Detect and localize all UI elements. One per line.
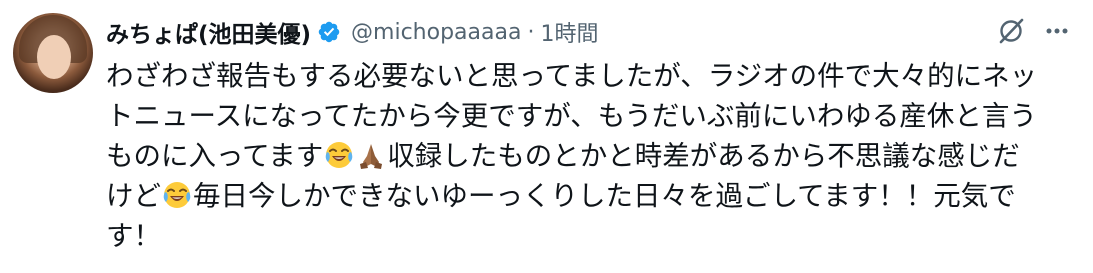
verified-badge-icon[interactable] [317, 20, 341, 44]
folded-hands-icon [356, 140, 386, 170]
tweet-text-line-2: トニュースになってたから今更ですが、もうだいぶ前にいわゆる産休と言う [106, 100, 1037, 132]
more-options-icon [1043, 17, 1071, 49]
display-name[interactable]: みちょぱ(池田美優) [106, 15, 311, 49]
tweet-text-line-3: ものに入ってます 収録したものとかと時差があるから不思議な感じだ [106, 136, 1076, 176]
face-with-tears-of-joy-icon [324, 140, 354, 170]
timestamp[interactable]: 1時間 [540, 16, 598, 48]
tweet-text-segment: けど [106, 180, 161, 212]
tweet-text-segment: 収録したものとかと時差があるから不思議な感じだ [387, 140, 1020, 172]
tweet[interactable]: みちょぱ(池田美優) @michopaaaaa · 1時間 わざわざ報告もする必… [0, 0, 1093, 273]
tweet-text-line-4: けど 毎日今しかできないゆーっくりした日々を過ごしてます！！元気で [106, 176, 1076, 216]
tweet-text-segment: ものに入ってます [106, 140, 324, 172]
tweet-header: みちょぱ(池田美優) @michopaaaaa · 1時間 [106, 14, 598, 50]
more-options-button[interactable] [1040, 16, 1074, 50]
avatar-face [37, 35, 71, 79]
tweet-text-line-5: す！ [106, 220, 161, 252]
tweet-text-segment: 毎日今しかできないゆーっくりした日々を過ごしてます！！元気で [193, 180, 1016, 212]
grok-icon [996, 16, 1026, 50]
avatar[interactable] [13, 13, 93, 93]
author-handle[interactable]: @michopaaaaa [351, 20, 521, 45]
tweet-text: わざわざ報告もする必要ないと思ってましたが、ラジオの件で大々的にネッ トニュース… [106, 56, 1076, 256]
header-separator: · [527, 19, 535, 45]
tweet-text-line-1: わざわざ報告もする必要ないと思ってましたが、ラジオの件で大々的にネッ [106, 60, 1038, 92]
grok-button[interactable] [994, 16, 1028, 50]
face-with-tears-of-joy-icon [162, 180, 192, 210]
